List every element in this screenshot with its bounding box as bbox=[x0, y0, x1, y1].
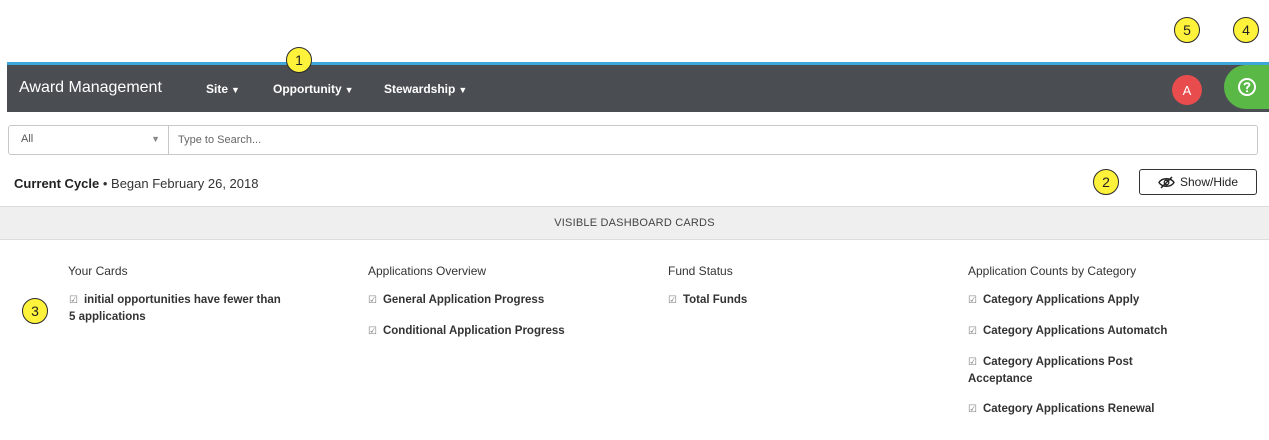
checkbox-checked-icon[interactable]: ☑ bbox=[668, 295, 677, 306]
card-item-label: Category Applications Apply bbox=[982, 294, 1140, 306]
checkbox-checked-icon[interactable]: ☑ bbox=[968, 326, 977, 337]
callout-4: 4 bbox=[1233, 17, 1259, 43]
help-button[interactable] bbox=[1224, 65, 1269, 109]
column-title: Your Cards bbox=[68, 264, 128, 278]
card-checkbox-item[interactable]: ☑ General Application Progress bbox=[368, 292, 628, 309]
card-item-label: General Application Progress bbox=[382, 294, 545, 306]
card-checkbox-item[interactable]: ☑ Category Applications Post Acceptance bbox=[968, 354, 1168, 387]
nav-stewardship-menu[interactable]: Stewardship ▼ bbox=[384, 82, 467, 96]
caret-down-icon: ▼ bbox=[344, 85, 354, 95]
question-circle-icon bbox=[1237, 78, 1256, 96]
cycle-label: Current Cycle bbox=[14, 176, 100, 191]
cycle-began-date: Began February 26, 2018 bbox=[111, 176, 259, 191]
show-hide-button[interactable]: Show/Hide bbox=[1139, 169, 1257, 195]
search-bar: All ▼ bbox=[8, 125, 1258, 155]
card-item-label: Category Applications Post Acceptance bbox=[968, 356, 1133, 385]
card-checkbox-item[interactable]: ☑ Category Applications Automatch bbox=[968, 323, 1208, 340]
card-checkbox-item[interactable]: ☑ initial opportunities have fewer than 5… bbox=[69, 292, 289, 325]
checkbox-checked-icon[interactable]: ☑ bbox=[69, 295, 78, 306]
search-filter-select[interactable]: All ▼ bbox=[9, 126, 169, 154]
app-title[interactable]: Award Management bbox=[19, 79, 162, 97]
nav-site-menu[interactable]: Site ▼ bbox=[206, 82, 240, 96]
checkbox-checked-icon[interactable]: ☑ bbox=[968, 295, 977, 306]
column-fund-status: Fund Status ☑ Total Funds bbox=[668, 264, 868, 323]
column-title: Fund Status bbox=[668, 264, 733, 278]
top-navbar: Award Management Site ▼ Opportunity ▼ Stew… bbox=[7, 62, 1269, 112]
checkbox-checked-icon[interactable]: ☑ bbox=[968, 404, 977, 415]
card-item-label: Conditional Application Progress bbox=[382, 325, 565, 337]
checkbox-checked-icon[interactable]: ☑ bbox=[368, 295, 377, 306]
caret-down-icon: ▼ bbox=[458, 85, 468, 95]
eye-slash-icon bbox=[1158, 175, 1175, 189]
cycle-separator: • bbox=[99, 176, 112, 191]
column-application-counts: Application Counts by Category ☑ Category… bbox=[968, 264, 1208, 432]
nav-opportunity-label: Opportunity bbox=[273, 82, 342, 96]
card-item-label: Category Applications Automatch bbox=[982, 325, 1168, 337]
card-item-label: Total Funds bbox=[682, 294, 748, 306]
card-item-label: Category Applications Renewal bbox=[982, 403, 1155, 415]
callout-2: 2 bbox=[1093, 169, 1119, 195]
checkbox-checked-icon[interactable]: ☑ bbox=[968, 357, 977, 368]
column-title: Applications Overview bbox=[368, 264, 487, 278]
nav-site-label: Site bbox=[206, 82, 229, 96]
callout-1: 1 bbox=[286, 47, 312, 73]
callout-3: 3 bbox=[22, 298, 48, 324]
nav-stewardship-label: Stewardship bbox=[384, 82, 456, 96]
column-your-cards: Your Cards ☑ initial opportunities have f… bbox=[68, 264, 298, 339]
search-input[interactable] bbox=[170, 126, 1250, 154]
column-title: Application Counts by Category bbox=[968, 264, 1137, 278]
card-checkbox-item[interactable]: ☑ Category Applications Renewal bbox=[968, 401, 1208, 418]
card-checkbox-item[interactable]: ☑ Total Funds bbox=[668, 292, 868, 309]
callout-5: 5 bbox=[1174, 17, 1200, 43]
nav-opportunity-menu[interactable]: Opportunity ▼ bbox=[273, 82, 354, 96]
column-applications-overview: Applications Overview ☑ General Applicati… bbox=[368, 264, 628, 354]
card-checkbox-item[interactable]: ☑ Category Applications Apply bbox=[968, 292, 1208, 309]
show-hide-label: Show/Hide bbox=[1179, 175, 1239, 189]
checkbox-checked-icon[interactable]: ☑ bbox=[368, 326, 377, 337]
section-header: VISIBLE DASHBOARD CARDS bbox=[0, 206, 1269, 240]
card-checkbox-item[interactable]: ☑ Conditional Application Progress bbox=[368, 323, 628, 340]
user-avatar[interactable]: A bbox=[1172, 75, 1202, 105]
filter-value: All bbox=[21, 133, 34, 145]
current-cycle-info: Current Cycle • Began February 26, 2018 bbox=[14, 176, 258, 191]
caret-down-icon: ▼ bbox=[231, 85, 240, 95]
caret-down-icon: ▼ bbox=[151, 134, 160, 144]
card-item-label: initial opportunities have fewer than 5 … bbox=[69, 294, 281, 323]
